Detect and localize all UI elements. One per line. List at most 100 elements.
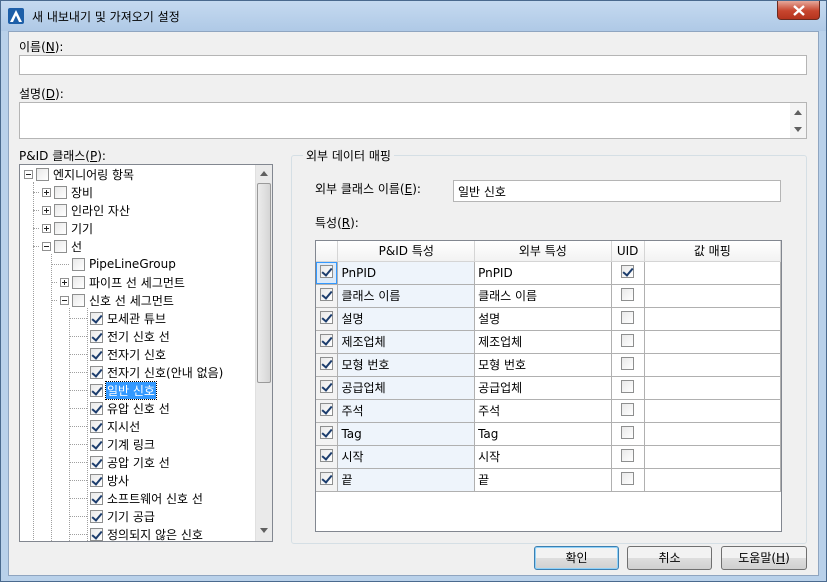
- tree-item[interactable]: 모세관 튜브: [69, 309, 167, 327]
- tree-item[interactable]: 기계 링크: [69, 435, 156, 453]
- uid-cell[interactable]: [611, 353, 645, 377]
- pid-property-cell[interactable]: Tag: [337, 422, 476, 446]
- tree-item-checkbox[interactable]: [72, 275, 85, 289]
- row-include-checkbox[interactable]: [320, 471, 334, 485]
- tree-item[interactable]: 방사: [69, 471, 130, 489]
- grid-row[interactable]: 주석 주석: [316, 399, 781, 423]
- tree-item-checkbox[interactable]: [90, 383, 103, 397]
- grid-row[interactable]: 제조업체 제조업체: [316, 330, 781, 354]
- external-class-input[interactable]: 일반 신호: [453, 180, 781, 202]
- external-property-cell[interactable]: PnPID: [474, 261, 612, 285]
- properties-grid[interactable]: P&ID 특성 외부 특성 UID 값 매핑 PnPID PnPID 클래스 이름 클…: [315, 240, 782, 532]
- tree-item-label[interactable]: 전자기 신호: [106, 346, 167, 363]
- pid-property-cell[interactable]: 공급업체: [337, 376, 476, 400]
- scroll-down-arrow-icon[interactable]: [794, 127, 802, 132]
- tree-scrollbar[interactable]: [255, 165, 272, 541]
- tree-item[interactable]: 신호 선 세그먼트: [51, 291, 175, 309]
- expand-icon[interactable]: [42, 205, 51, 215]
- external-property-cell[interactable]: 설명: [474, 307, 612, 331]
- uid-cell[interactable]: [611, 422, 645, 446]
- external-property-cell[interactable]: Tag: [474, 422, 612, 446]
- row-include-checkbox[interactable]: [320, 264, 334, 278]
- help-button[interactable]: 도움말(H): [721, 546, 807, 570]
- value-mapping-cell[interactable]: [644, 445, 781, 469]
- grid-row[interactable]: Tag Tag: [316, 422, 781, 446]
- tree-item-label[interactable]: 기기 공급: [106, 508, 156, 525]
- value-mapping-cell[interactable]: [644, 307, 781, 331]
- tree-item[interactable]: 일반 신호: [69, 380, 157, 400]
- uid-cell[interactable]: [611, 376, 645, 400]
- row-include-checkbox[interactable]: [320, 310, 334, 324]
- grid-row[interactable]: 공급업체 공급업체: [316, 376, 781, 400]
- tree-item[interactable]: 선: [33, 237, 83, 255]
- close-button[interactable]: [777, 1, 820, 20]
- row-select-cell[interactable]: [316, 261, 339, 285]
- tree-item[interactable]: 파이프 선 세그먼트: [51, 273, 186, 291]
- row-select-cell[interactable]: [316, 445, 339, 469]
- tree-item-label[interactable]: 지시선: [106, 418, 141, 435]
- row-select-cell[interactable]: [316, 284, 339, 308]
- pid-property-cell[interactable]: 주석: [337, 399, 476, 423]
- tree-item-checkbox[interactable]: [90, 491, 103, 505]
- tree-item-label[interactable]: 일반 신호: [105, 380, 157, 400]
- scroll-down-arrow-icon[interactable]: [260, 528, 268, 533]
- value-mapping-cell[interactable]: [644, 330, 781, 354]
- row-include-checkbox[interactable]: [320, 425, 334, 439]
- tree-item-label[interactable]: PipeLineGroup: [88, 257, 177, 271]
- tree-item[interactable]: 유압 신호 선: [69, 399, 171, 417]
- tree-item[interactable]: 기기 공급: [69, 507, 156, 525]
- tree-item-label[interactable]: 인라인 자산: [70, 202, 131, 219]
- description-scrollbar[interactable]: [790, 103, 806, 138]
- tree-item-checkbox[interactable]: [90, 365, 103, 379]
- uid-checkbox[interactable]: [621, 379, 635, 393]
- grid-row[interactable]: 클래스 이름 클래스 이름: [316, 284, 781, 308]
- tree-item[interactable]: 전자기 신호(안내 없음): [69, 363, 224, 381]
- uid-checkbox[interactable]: [621, 310, 635, 324]
- tree-item-label[interactable]: 선: [70, 238, 83, 255]
- grid-header-pid[interactable]: P&ID 특성: [337, 241, 476, 262]
- uid-checkbox[interactable]: [621, 425, 635, 439]
- value-mapping-cell[interactable]: [644, 261, 781, 285]
- uid-cell[interactable]: [611, 330, 645, 354]
- pid-property-cell[interactable]: 모형 번호: [337, 353, 476, 377]
- grid-row[interactable]: 설명 설명: [316, 307, 781, 331]
- expand-icon[interactable]: [60, 277, 69, 287]
- tree-item-checkbox[interactable]: [90, 473, 103, 487]
- pid-property-cell[interactable]: PnPID: [337, 261, 476, 285]
- uid-checkbox[interactable]: [621, 356, 635, 370]
- external-property-cell[interactable]: 주석: [474, 399, 612, 423]
- tree-item-checkbox[interactable]: [90, 527, 103, 541]
- tree-item-label[interactable]: 소프트웨어 신호 선: [106, 490, 204, 507]
- row-include-checkbox[interactable]: [320, 379, 334, 393]
- pid-property-cell[interactable]: 시작: [337, 445, 476, 469]
- external-property-cell[interactable]: 끝: [474, 468, 612, 492]
- tree-item-label[interactable]: 유압 신호 선: [106, 400, 171, 417]
- external-property-cell[interactable]: 제조업체: [474, 330, 612, 354]
- collapse-icon[interactable]: [24, 169, 33, 179]
- tree-item-label[interactable]: 신호 선 세그먼트: [88, 292, 175, 309]
- scroll-up-arrow-icon[interactable]: [260, 171, 268, 176]
- uid-checkbox[interactable]: [621, 402, 635, 416]
- class-tree[interactable]: 엔지니어링 항목 장비 인라인 자산 기기 선 PipeLineGroup 파이프 선 세그…: [19, 164, 273, 542]
- expand-icon[interactable]: [42, 187, 51, 197]
- tree-item-label[interactable]: 기기: [70, 220, 94, 237]
- tree-item-label[interactable]: 파이프 선 세그먼트: [88, 274, 186, 291]
- pid-property-cell[interactable]: 클래스 이름: [337, 284, 476, 308]
- row-select-cell[interactable]: [316, 376, 339, 400]
- value-mapping-cell[interactable]: [644, 399, 781, 423]
- grid-row[interactable]: PnPID PnPID: [316, 261, 781, 285]
- row-include-checkbox[interactable]: [320, 402, 334, 416]
- row-include-checkbox[interactable]: [320, 448, 334, 462]
- uid-cell[interactable]: [611, 261, 645, 285]
- tree-item-checkbox[interactable]: [54, 203, 67, 217]
- tree-item-label[interactable]: 전기 신호 선: [106, 328, 171, 345]
- row-select-cell[interactable]: [316, 468, 339, 492]
- scroll-up-arrow-icon[interactable]: [794, 110, 802, 115]
- tree-item-checkbox[interactable]: [90, 419, 103, 433]
- tree-item-checkbox[interactable]: [54, 239, 67, 253]
- tree-item[interactable]: 정의되지 않은 신호: [69, 525, 204, 541]
- tree-item-label[interactable]: 기계 링크: [106, 436, 156, 453]
- tree-item-label[interactable]: 공압 기호 선: [106, 454, 171, 471]
- tree-item-checkbox[interactable]: [72, 293, 85, 307]
- row-select-cell[interactable]: [316, 399, 339, 423]
